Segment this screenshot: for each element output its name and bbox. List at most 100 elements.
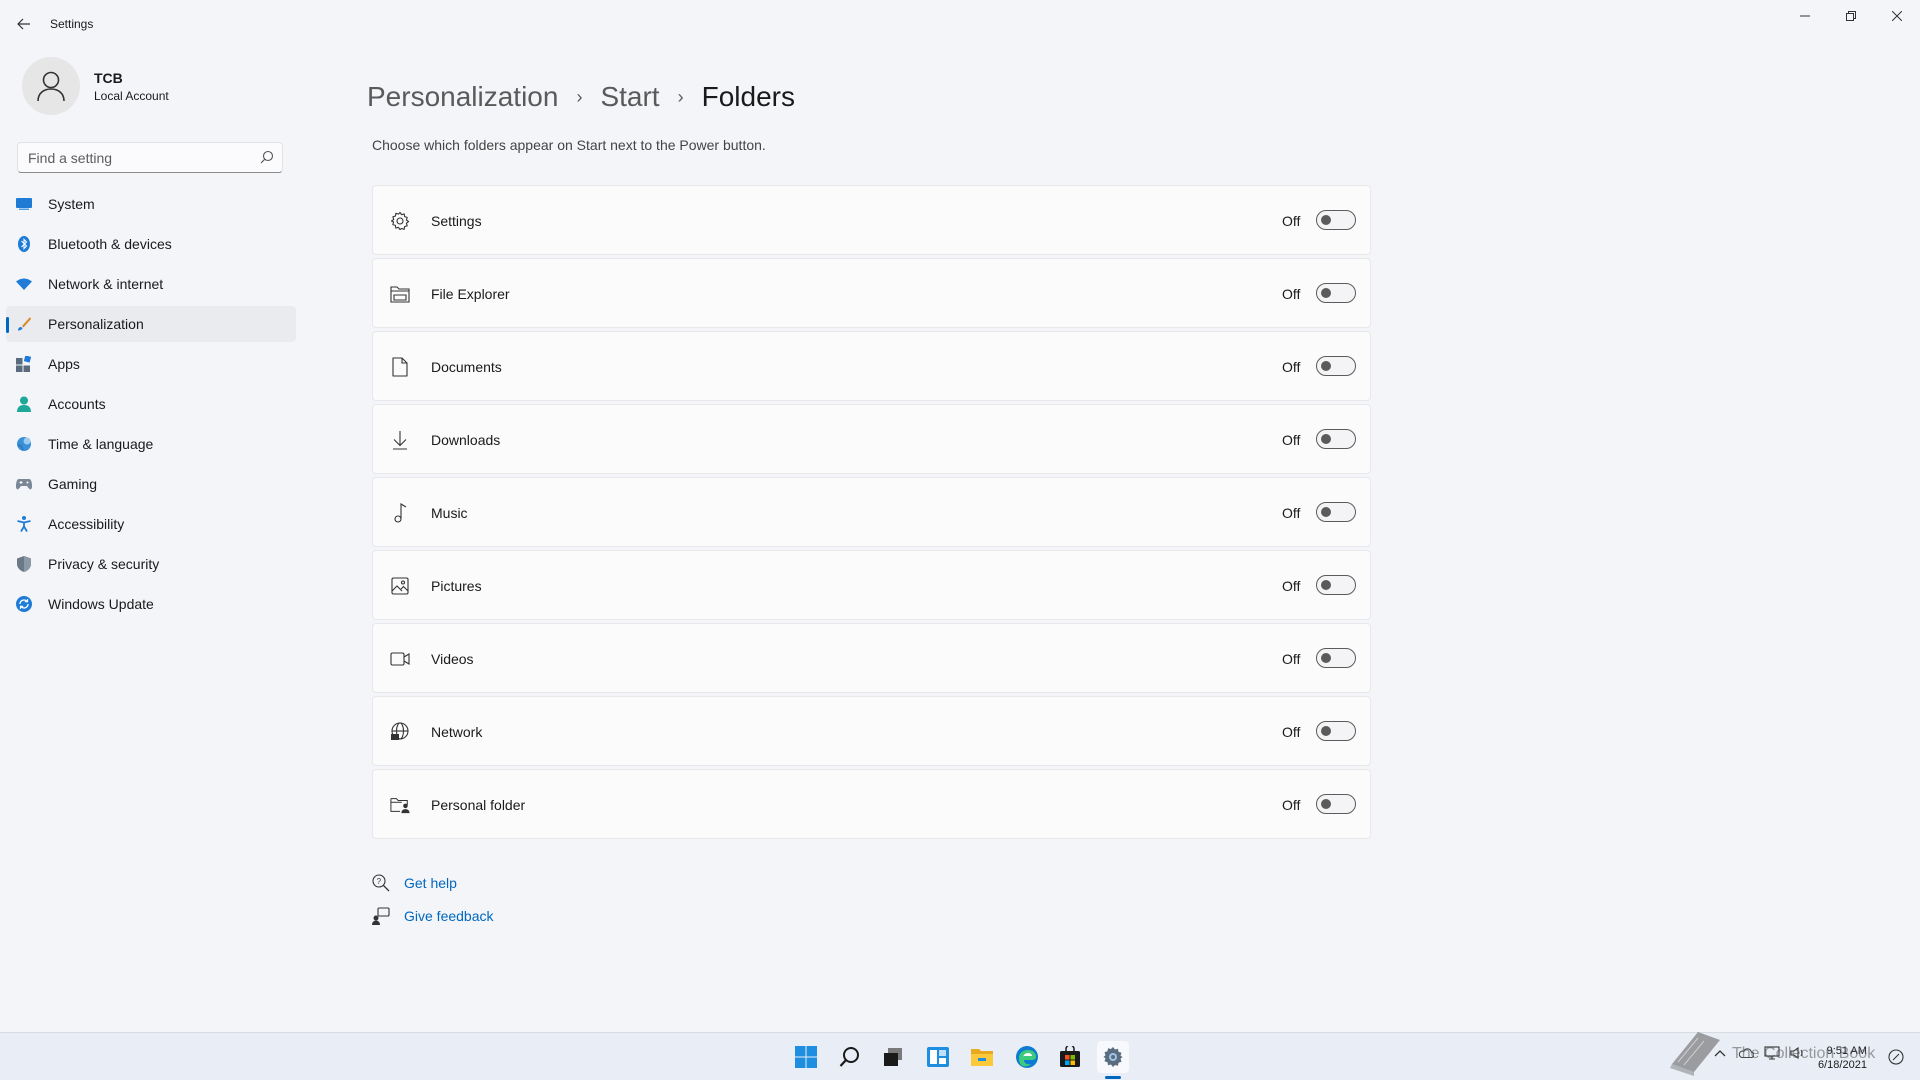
gear-icon [390, 211, 410, 231]
taskbar-settings[interactable] [1097, 1041, 1129, 1073]
folder-label: Music [431, 505, 468, 521]
restore-button[interactable] [1828, 0, 1874, 32]
toggle-knob [1321, 361, 1331, 371]
video-icon [390, 649, 410, 669]
give-feedback-label[interactable]: Give feedback [404, 908, 494, 924]
search-icon[interactable] [260, 150, 274, 164]
network-globe-icon [390, 722, 410, 742]
widgets-button[interactable] [922, 1041, 954, 1073]
downloads-toggle[interactable] [1316, 429, 1356, 449]
wifi-icon [16, 276, 32, 292]
store-icon [1060, 1046, 1080, 1067]
bluetooth-icon [16, 236, 32, 252]
sidebar-item-windows-update[interactable]: Windows Update [6, 586, 296, 622]
task-view-button[interactable] [877, 1041, 909, 1073]
taskbar-edge[interactable] [1011, 1041, 1043, 1073]
taskbar-store[interactable] [1054, 1041, 1086, 1073]
taskbar-file-explorer[interactable] [966, 1041, 998, 1073]
person-icon [16, 396, 32, 412]
sidebar-item-bluetooth-devices[interactable]: Bluetooth & devices [6, 226, 296, 262]
toggle-state-text: Off [1282, 432, 1301, 448]
folder-label: Videos [431, 651, 474, 667]
breadcrumb: Personalization › Start › Folders [367, 78, 795, 116]
sidebar-item-apps[interactable]: Apps [6, 346, 296, 382]
sidebar-item-network-internet[interactable]: Network & internet [6, 266, 296, 302]
taskbar-search-button[interactable] [834, 1041, 866, 1073]
get-help-label[interactable]: Get help [404, 875, 457, 891]
network-toggle[interactable] [1316, 721, 1356, 741]
sidebar-item-label: Bluetooth & devices [48, 236, 172, 252]
sidebar-item-label: Windows Update [48, 596, 154, 612]
sidebar-item-accessibility[interactable]: Accessibility [6, 506, 296, 542]
svg-text:?: ? [377, 877, 382, 886]
toggle-state-text: Off [1282, 213, 1301, 229]
sidebar-item-system[interactable]: System [6, 186, 296, 222]
chevron-right-icon: › [677, 86, 684, 107]
picture-icon [390, 576, 410, 596]
task-view-icon [884, 1048, 902, 1066]
close-button[interactable] [1874, 0, 1920, 32]
profile-name: TCB [94, 69, 123, 86]
sidebar-nav: System Bluetooth & devices Network & int… [6, 186, 296, 626]
feedback-icon [372, 907, 390, 925]
sidebar-item-label: Gaming [48, 476, 98, 492]
toggle-state-text: Off [1282, 578, 1301, 594]
minimize-button[interactable] [1782, 0, 1828, 32]
toggle-knob [1321, 580, 1331, 590]
user-profile[interactable]: TCB Local Account [22, 57, 169, 115]
back-arrow-icon [17, 18, 30, 30]
page-title: Folders [701, 81, 795, 112]
toggle-knob [1321, 215, 1331, 225]
give-feedback-link[interactable]: Give feedback [372, 905, 494, 927]
taskbar: 9:51 AM 6/18/2021 [0, 1032, 1920, 1080]
settings-toggle[interactable] [1316, 210, 1356, 230]
folder-row-personal-folder: Personal folder Off [372, 769, 1371, 839]
toggle-state-text: Off [1282, 651, 1301, 667]
toggle-knob [1321, 726, 1331, 736]
music-toggle[interactable] [1316, 502, 1356, 522]
folder-label: Personal folder [431, 797, 526, 813]
get-help-link[interactable]: ? Get help [372, 872, 494, 894]
sidebar-item-time-language[interactable]: Time & language [6, 426, 296, 462]
chevron-right-icon: › [576, 86, 583, 107]
pictures-toggle[interactable] [1316, 575, 1356, 595]
search-input[interactable] [18, 143, 248, 172]
watermark-text: The Collection Book [1732, 1045, 1876, 1062]
notification-icon[interactable] [1888, 1049, 1904, 1070]
sidebar-item-accounts[interactable]: Accounts [6, 386, 296, 422]
folder-row-settings: Settings Off [372, 185, 1371, 255]
folder-row-network: Network Off [372, 696, 1371, 766]
toggle-state-text: Off [1282, 724, 1301, 740]
sidebar-item-label: Apps [48, 356, 80, 372]
toggle-knob [1321, 288, 1331, 298]
widgets-icon [927, 1047, 949, 1067]
folder-row-pictures: Pictures Off [372, 550, 1371, 620]
sidebar-item-label: Accounts [48, 396, 106, 412]
toggle-state-text: Off [1282, 505, 1301, 521]
sidebar-item-gaming[interactable]: Gaming [6, 466, 296, 502]
sidebar-item-label: Accessibility [48, 516, 125, 532]
folder-label: File Explorer [431, 286, 510, 302]
breadcrumb-personalization[interactable]: Personalization [367, 81, 558, 113]
sidebar-item-label: Privacy & security [48, 556, 160, 572]
personal-folder-toggle[interactable] [1316, 794, 1356, 814]
start-button[interactable] [790, 1041, 822, 1073]
breadcrumb-start[interactable]: Start [600, 81, 659, 113]
page-description: Choose which folders appear on Start nex… [372, 137, 766, 153]
edge-icon [1016, 1046, 1038, 1068]
search-box [17, 142, 283, 173]
sidebar-item-personalization[interactable]: Personalization [6, 306, 296, 342]
toggle-knob [1321, 799, 1331, 809]
file-explorer-toggle[interactable] [1316, 283, 1356, 303]
folder-label: Documents [431, 359, 502, 375]
sidebar-item-privacy-security[interactable]: Privacy & security [6, 546, 296, 582]
folder-row-documents: Documents Off [372, 331, 1371, 401]
settings-icon [1103, 1047, 1123, 1067]
controller-icon [16, 476, 32, 492]
videos-toggle[interactable] [1316, 648, 1356, 668]
toggle-state-text: Off [1282, 797, 1301, 813]
back-button[interactable] [12, 12, 36, 36]
documents-toggle[interactable] [1316, 356, 1356, 376]
update-icon [16, 596, 32, 612]
shield-icon [16, 556, 32, 572]
